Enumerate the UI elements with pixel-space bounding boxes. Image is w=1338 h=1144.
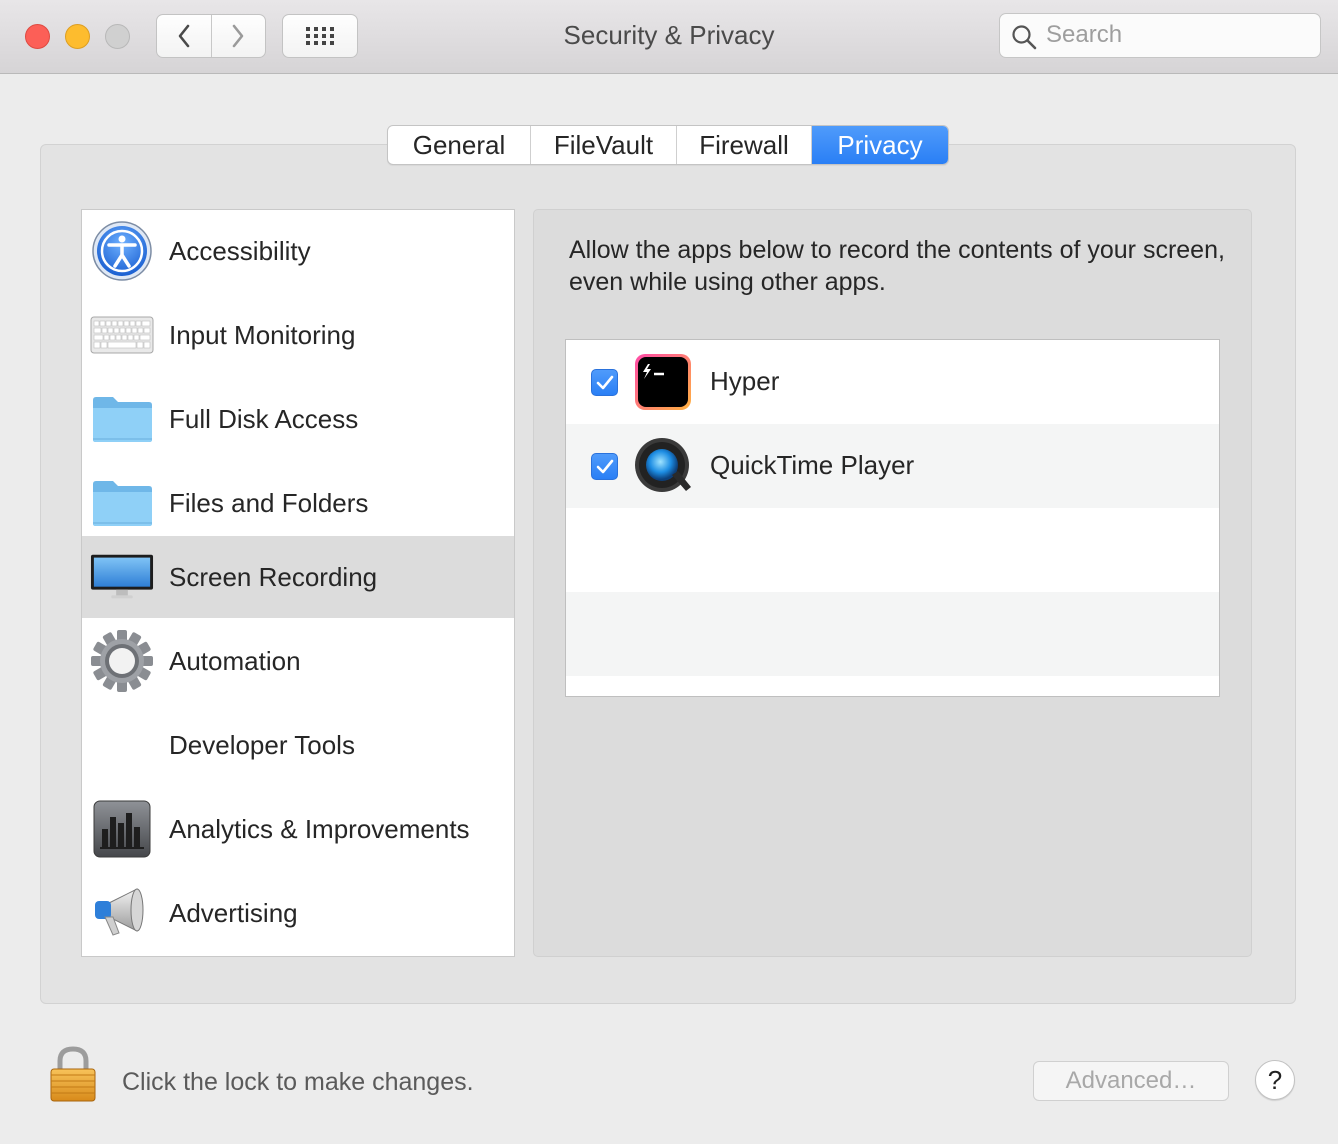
sidebar-item-developer-tools[interactable]: Developer Tools xyxy=(82,704,514,786)
sidebar-item-label: Full Disk Access xyxy=(169,403,359,434)
sidebar-item-full-disk-access[interactable]: Full Disk Access xyxy=(82,378,514,460)
sidebar-item-input-monitoring[interactable]: Input Monitoring xyxy=(82,294,514,376)
keyboard-icon xyxy=(90,303,154,367)
checkmark-icon xyxy=(596,459,613,473)
security-privacy-window: Security & Privacy General FileVault Fir… xyxy=(0,0,1338,1144)
app-name: Hyper xyxy=(710,366,780,396)
gear-icon xyxy=(90,629,154,693)
display-icon xyxy=(90,545,154,609)
sidebar-item-label: Accessibility xyxy=(169,235,311,266)
checkmark-icon xyxy=(596,375,613,389)
sidebar-item-advertising[interactable]: Advertising xyxy=(82,872,514,954)
screen-recording-panel: Allow the apps below to record the conte… xyxy=(533,209,1252,957)
sidebar-item-label: Automation xyxy=(169,645,301,676)
hyper-terminal-icon xyxy=(634,353,692,411)
tab-general[interactable]: General xyxy=(388,126,531,164)
quicktime-icon xyxy=(634,437,692,495)
bar-chart-icon xyxy=(90,797,154,861)
list-item[interactable]: Hyper xyxy=(566,340,1219,424)
sidebar-item-files-and-folders[interactable]: Files and Folders xyxy=(82,462,514,544)
app-name: QuickTime Player xyxy=(710,450,915,480)
tab-filevault[interactable]: FileVault xyxy=(531,126,677,164)
empty-list-row xyxy=(566,592,1219,676)
tab-firewall[interactable]: Firewall xyxy=(677,126,812,164)
advanced-button[interactable]: Advanced… xyxy=(1033,1061,1229,1101)
lock-icon[interactable] xyxy=(48,1046,98,1104)
sidebar-item-label: Advertising xyxy=(169,897,298,928)
sidebar-item-screen-recording[interactable]: Screen Recording xyxy=(82,536,514,618)
search-input[interactable] xyxy=(1046,18,1306,52)
search-field[interactable] xyxy=(999,13,1321,58)
sidebar-item-label: Input Monitoring xyxy=(169,319,356,350)
sidebar-item-label: Screen Recording xyxy=(169,561,378,592)
privacy-category-list: Accessibility Input Monitoring Full Disk… xyxy=(81,209,515,957)
empty-list-row xyxy=(566,508,1219,592)
help-button[interactable]: ? xyxy=(1255,1060,1295,1100)
sidebar-item-label: Analytics & Improvements xyxy=(169,813,470,844)
panel-description: Allow the apps below to record the conte… xyxy=(569,236,1225,296)
app-list: Hyper QuickTime Player xyxy=(565,339,1220,697)
title-bar: Security & Privacy xyxy=(0,0,1338,74)
list-item[interactable]: QuickTime Player xyxy=(566,424,1219,508)
lock-status-text: Click the lock to make changes. xyxy=(122,1068,474,1096)
accessibility-icon xyxy=(90,219,154,283)
tab-privacy[interactable]: Privacy xyxy=(812,126,948,164)
sidebar-item-analytics[interactable]: Analytics & Improvements xyxy=(82,788,514,870)
sidebar-item-automation[interactable]: Automation xyxy=(82,620,514,702)
sidebar-item-label: Files and Folders xyxy=(169,487,369,518)
sidebar-item-accessibility[interactable]: Accessibility xyxy=(82,210,514,292)
megaphone-icon xyxy=(90,881,154,945)
quicktime-checkbox[interactable] xyxy=(591,453,618,480)
hyper-checkbox[interactable] xyxy=(591,369,618,396)
sidebar-item-label: Developer Tools xyxy=(169,729,355,760)
folder-icon xyxy=(90,471,154,535)
tab-bar: General FileVault Firewall Privacy xyxy=(387,125,949,165)
search-icon xyxy=(1012,25,1037,50)
folder-icon xyxy=(90,387,154,451)
